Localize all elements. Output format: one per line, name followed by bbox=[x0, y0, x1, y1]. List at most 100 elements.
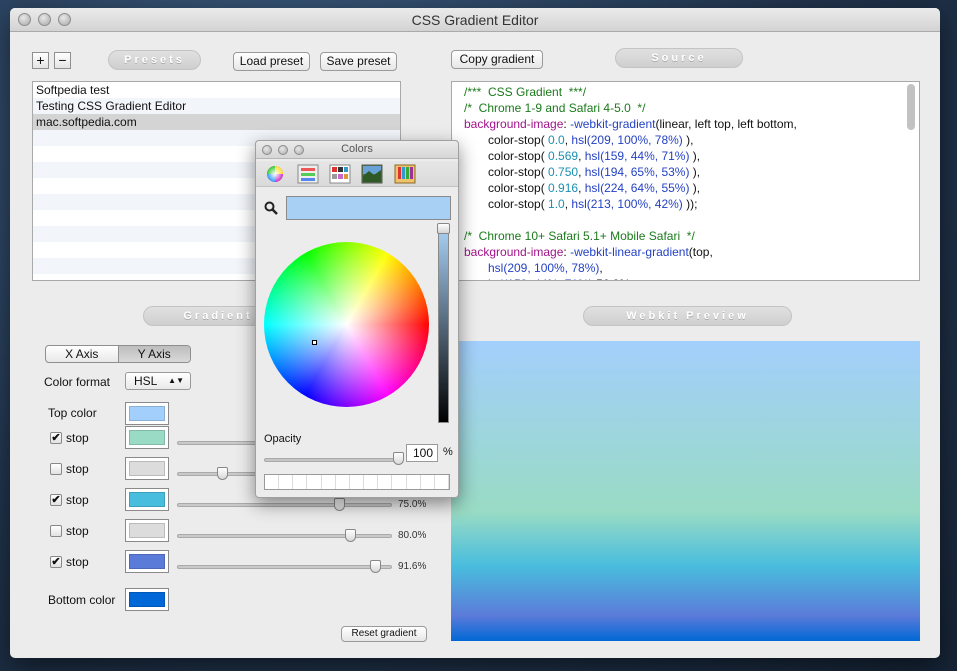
axis-segmented-control[interactable]: X Axis Y Axis bbox=[45, 345, 191, 363]
stop-color-swatch bbox=[129, 554, 165, 569]
code-token: 1.0 bbox=[548, 197, 565, 211]
stop-checkbox[interactable]: ✔ bbox=[50, 432, 62, 444]
list-item[interactable]: Softpedia test bbox=[33, 82, 400, 98]
code-line: color-stop( 0.0, hsl(209, 100%, 78%) ), bbox=[488, 132, 693, 148]
stop-color-swatch bbox=[129, 523, 165, 538]
opacity-slider-thumb[interactable] bbox=[393, 452, 404, 465]
colors-toolbar bbox=[256, 161, 458, 187]
bottom-color-swatch bbox=[129, 592, 165, 607]
save-preset-button[interactable]: Save preset bbox=[320, 52, 397, 71]
code-line: hsl(159, 44%, 71%) 56.9%, bbox=[488, 276, 633, 280]
source-code-view[interactable]: /*** CSS Gradient ***/ /* Chrome 1-9 and … bbox=[451, 81, 920, 281]
stop-label: stop bbox=[66, 431, 89, 445]
source-scrollbar[interactable] bbox=[907, 84, 915, 130]
code-token: 0.750 bbox=[548, 165, 579, 179]
reset-gradient-button[interactable]: Reset gradient bbox=[341, 626, 427, 642]
stop-checkbox[interactable]: ✔ bbox=[50, 556, 62, 568]
brightness-slider-thumb[interactable] bbox=[437, 223, 450, 234]
swatch-cell[interactable] bbox=[350, 475, 365, 489]
bottom-color-well[interactable] bbox=[125, 588, 169, 611]
code-token: /* Chrome 1-9 and Safari 4-5.0 */ bbox=[464, 101, 646, 115]
swatch-cell[interactable] bbox=[421, 475, 435, 489]
stop-position-slider[interactable] bbox=[177, 529, 392, 542]
top-color-label: Top color bbox=[48, 406, 97, 420]
stop-color-well[interactable] bbox=[125, 457, 169, 480]
stop-color-well[interactable] bbox=[125, 426, 169, 449]
stop-checkbox[interactable] bbox=[50, 525, 62, 537]
code-token: )); bbox=[682, 197, 698, 211]
swatch-cell[interactable] bbox=[407, 475, 421, 489]
current-color-well[interactable] bbox=[286, 196, 451, 220]
magnifier-icon[interactable] bbox=[264, 201, 278, 215]
remove-preset-button[interactable]: − bbox=[54, 52, 71, 69]
color-wheel[interactable] bbox=[264, 242, 429, 407]
code-token: color-stop( bbox=[488, 149, 549, 163]
color-format-select[interactable]: HSL ▲▼ bbox=[125, 372, 191, 390]
stop-position-slider[interactable] bbox=[177, 560, 392, 573]
swatch-cell[interactable] bbox=[307, 475, 322, 489]
stop-slider-thumb[interactable] bbox=[217, 467, 229, 480]
brightness-slider[interactable] bbox=[437, 223, 450, 423]
code-token: , bbox=[578, 165, 585, 179]
checkmark-icon: ✔ bbox=[51, 556, 61, 568]
colors-panel[interactable]: Colors Opacity 100 % bbox=[255, 140, 459, 498]
stop-color-well[interactable] bbox=[125, 488, 169, 511]
list-item[interactable]: mac.softpedia.com bbox=[33, 114, 400, 130]
stop-color-well[interactable] bbox=[125, 519, 169, 542]
swatch-cell[interactable] bbox=[435, 475, 450, 489]
chevron-updown-icon: ▲▼ bbox=[168, 376, 184, 385]
stop-checkbox[interactable]: ✔ bbox=[50, 494, 62, 506]
swatch-cell[interactable] bbox=[392, 475, 407, 489]
swatch-cell[interactable] bbox=[293, 475, 308, 489]
swatch-cell[interactable] bbox=[364, 475, 379, 489]
code-token: hsl(159, 44%, 71%) bbox=[488, 277, 593, 280]
title-bar[interactable]: CSS Gradient Editor bbox=[10, 8, 940, 32]
color-palettes-tab-icon[interactable] bbox=[329, 164, 351, 184]
opacity-field[interactable]: 100 bbox=[406, 444, 438, 462]
y-axis-option[interactable]: Y Axis bbox=[117, 346, 190, 362]
stop-color-swatch bbox=[129, 492, 165, 507]
code-line: /* Chrome 1-9 and Safari 4-5.0 */ bbox=[464, 100, 645, 116]
code-token: -webkit-gradient bbox=[570, 117, 656, 131]
main-window: CSS Gradient Editor + − Presets Load pre… bbox=[10, 8, 940, 658]
opacity-slider[interactable] bbox=[264, 452, 404, 465]
stop-position-value: 75.0% bbox=[398, 499, 427, 510]
code-line: color-stop( 0.569, hsl(159, 44%, 71%) ), bbox=[488, 148, 700, 164]
list-item[interactable]: Testing CSS Gradient Editor bbox=[33, 98, 400, 114]
stop-color-swatch bbox=[129, 461, 165, 476]
stop-position-value: 91.6% bbox=[398, 561, 427, 572]
code-token: hsl(224, 64%, 55%) bbox=[584, 181, 690, 195]
top-color-well[interactable] bbox=[125, 402, 169, 425]
colors-panel-title: Colors bbox=[341, 143, 373, 155]
stop-slider-thumb[interactable] bbox=[369, 560, 381, 573]
stop-color-well[interactable] bbox=[125, 550, 169, 573]
color-sliders-tab-icon[interactable] bbox=[297, 164, 319, 184]
swatch-cell[interactable] bbox=[322, 475, 336, 489]
stop-slider-thumb[interactable] bbox=[345, 529, 356, 542]
stop-position-slider[interactable] bbox=[177, 498, 392, 511]
crayons-tab-icon[interactable] bbox=[394, 164, 416, 184]
swatch-strip[interactable] bbox=[264, 474, 450, 490]
color-wheel-cursor[interactable] bbox=[312, 340, 317, 345]
stop-checkbox[interactable] bbox=[50, 463, 62, 475]
stop-slider-thumb[interactable] bbox=[334, 498, 346, 511]
x-axis-option[interactable]: X Axis bbox=[46, 346, 118, 362]
add-preset-button[interactable]: + bbox=[32, 52, 49, 69]
code-token: , bbox=[578, 149, 585, 163]
code-token: ), bbox=[689, 149, 701, 163]
load-preset-button[interactable]: Load preset bbox=[233, 52, 310, 71]
opacity-unit: % bbox=[443, 446, 453, 458]
swatch-cell[interactable] bbox=[279, 475, 294, 489]
code-token: , bbox=[599, 261, 603, 275]
colors-panel-title-bar[interactable]: Colors bbox=[256, 141, 458, 159]
copy-gradient-button[interactable]: Copy gradient bbox=[451, 50, 543, 69]
code-token: ), bbox=[689, 165, 701, 179]
swatch-cell[interactable] bbox=[265, 475, 280, 489]
stop-label: stop bbox=[66, 493, 89, 507]
swatch-cell[interactable] bbox=[378, 475, 393, 489]
color-wheel-tab-icon[interactable] bbox=[265, 164, 285, 184]
image-palettes-tab-icon[interactable] bbox=[361, 164, 383, 184]
code-line: color-stop( 0.916, hsl(224, 64%, 55%) ), bbox=[488, 180, 700, 196]
swatch-cell[interactable] bbox=[336, 475, 350, 489]
code-token: 0.0 bbox=[548, 133, 565, 147]
